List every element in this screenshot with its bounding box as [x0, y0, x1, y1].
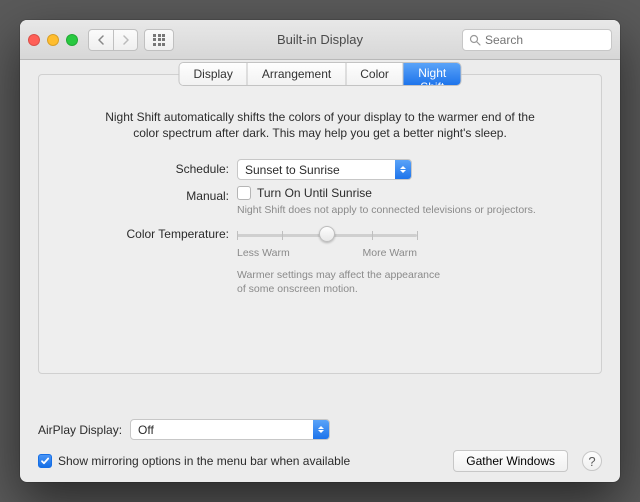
search-field[interactable] — [462, 29, 612, 51]
settings-form: Schedule: Sunset to Sunrise Manual: — [79, 159, 561, 296]
search-input[interactable] — [485, 33, 605, 47]
zoom-icon[interactable] — [66, 34, 78, 46]
night-shift-description: Night Shift automatically shifts the col… — [99, 109, 541, 141]
temperature-less-label: Less Warm — [237, 247, 290, 259]
schedule-value: Sunset to Sunrise — [238, 163, 395, 177]
nav-back-forward — [88, 29, 138, 51]
manual-checkbox[interactable] — [237, 186, 251, 200]
chevron-updown-icon — [395, 160, 411, 179]
schedule-select[interactable]: Sunset to Sunrise — [237, 159, 412, 180]
airplay-label: AirPlay Display: — [38, 423, 122, 437]
tab-night-shift[interactable]: Night Shift — [404, 63, 461, 85]
temperature-hint: Warmer settings may affect the appearanc… — [237, 269, 447, 296]
tab-bar: Display Arrangement Color Night Shift — [180, 63, 461, 85]
titlebar: Built-in Display — [20, 20, 620, 60]
back-button[interactable] — [89, 30, 113, 50]
forward-button[interactable] — [113, 30, 137, 50]
temperature-more-label: More Warm — [363, 247, 417, 259]
minimize-icon[interactable] — [47, 34, 59, 46]
schedule-label: Schedule: — [79, 159, 229, 176]
airplay-select[interactable]: Off — [130, 419, 330, 440]
airplay-value: Off — [131, 423, 313, 437]
close-icon[interactable] — [28, 34, 40, 46]
mirroring-label: Show mirroring options in the menu bar w… — [58, 454, 350, 468]
settings-panel: Display Arrangement Color Night Shift Ni… — [38, 74, 602, 374]
temperature-label: Color Temperature: — [79, 224, 229, 241]
tab-color[interactable]: Color — [346, 63, 404, 85]
slider-thumb[interactable] — [319, 226, 335, 242]
help-button[interactable]: ? — [582, 451, 602, 471]
gather-windows-button[interactable]: Gather Windows — [453, 450, 568, 472]
tab-display[interactable]: Display — [180, 63, 248, 85]
grid-icon — [153, 34, 165, 46]
window-controls — [28, 34, 78, 46]
chevron-updown-icon — [313, 420, 329, 439]
temperature-slider[interactable] — [237, 226, 417, 244]
manual-checkbox-label: Turn On Until Sunrise — [257, 186, 372, 200]
tab-arrangement[interactable]: Arrangement — [248, 63, 346, 85]
mirroring-checkbox[interactable] — [38, 454, 52, 468]
search-icon — [469, 34, 481, 46]
system-preferences-window: Built-in Display Display Arrangement Col… — [20, 20, 620, 482]
content: Display Arrangement Color Night Shift Ni… — [20, 60, 620, 482]
manual-label: Manual: — [79, 186, 229, 203]
show-all-button[interactable] — [144, 29, 174, 51]
manual-hint: Night Shift does not apply to connected … — [237, 204, 561, 218]
footer: AirPlay Display: Off Show mirroring opti… — [38, 413, 602, 472]
